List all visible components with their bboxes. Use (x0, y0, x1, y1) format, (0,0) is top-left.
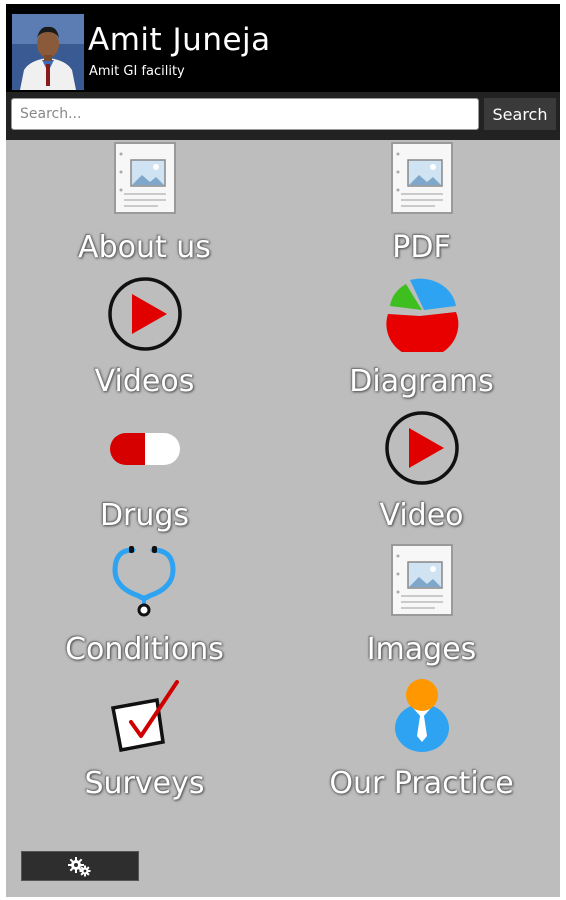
tile-diagrams[interactable]: Diagrams (283, 276, 560, 410)
tile-label: Videos (94, 364, 195, 399)
tile-conditions[interactable]: Conditions (6, 544, 283, 678)
search-input[interactable] (11, 98, 479, 130)
tile-label: Drugs (99, 498, 190, 533)
stethoscope-icon (109, 544, 181, 622)
play-circle-icon (384, 410, 460, 490)
document-image-icon (113, 142, 176, 218)
tile-label: Surveys (84, 766, 205, 801)
tile-label: Video (379, 498, 464, 533)
search-bar: Search (6, 92, 560, 140)
tile-images[interactable]: Images (283, 544, 560, 678)
person-tie-icon (391, 678, 453, 758)
header: Amit Juneja Amit GI facility (6, 4, 560, 92)
tile-label: Conditions (65, 632, 224, 667)
tile-our-practice[interactable]: Our Practice (283, 678, 560, 812)
gears-icon (68, 857, 91, 877)
settings-button[interactable] (21, 851, 139, 881)
tile-label: Diagrams (349, 364, 494, 399)
tile-drugs[interactable]: Drugs (6, 410, 283, 544)
search-button[interactable]: Search (484, 98, 556, 130)
tile-label: PDF (392, 230, 451, 265)
facility-subtitle: Amit GI facility (89, 64, 185, 79)
tile-about-us[interactable]: About us (6, 142, 283, 276)
app-frame: Amit Juneja Amit GI facility Search Abou… (0, 0, 566, 900)
tile-videos[interactable]: Videos (6, 276, 283, 410)
document-image-icon (390, 544, 453, 620)
tile-label: Our Practice (329, 766, 514, 801)
tile-label: Images (366, 632, 477, 667)
checkbox-checked-icon (107, 678, 183, 758)
avatar (12, 14, 84, 90)
pie-chart-icon (384, 276, 460, 359)
tile-surveys[interactable]: Surveys (6, 678, 283, 812)
play-circle-icon (107, 276, 183, 356)
app-screen: Amit Juneja Amit GI facility Search Abou… (6, 4, 560, 897)
tile-pdf[interactable]: PDF (283, 142, 560, 276)
page-title: Amit Juneja (88, 22, 271, 58)
tile-label: About us (78, 230, 211, 265)
tile-video[interactable]: Video (283, 410, 560, 544)
pill-capsule-icon (109, 432, 181, 470)
document-image-icon (390, 142, 453, 218)
